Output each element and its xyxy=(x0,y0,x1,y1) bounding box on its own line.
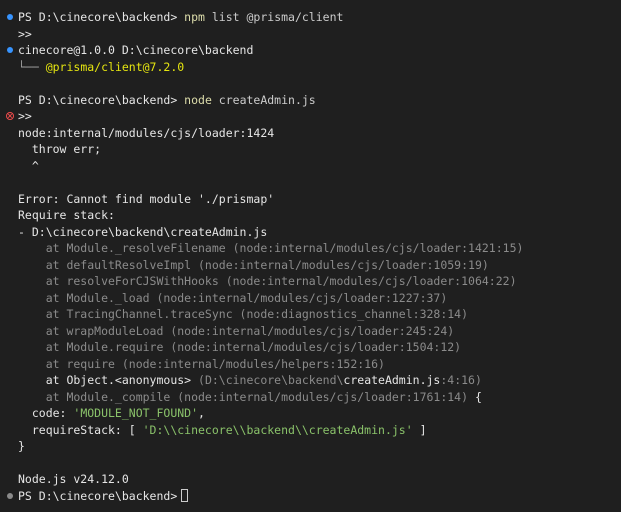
output-line: at resolveForCJSWithHooks (node:internal… xyxy=(0,273,621,290)
output-line: at Module._resolveFilename (node:interna… xyxy=(0,240,621,257)
output-text: ] xyxy=(412,422,427,437)
command-error-icon[interactable] xyxy=(6,112,14,121)
command-args: list @prisma/client xyxy=(204,10,344,24)
output-text: └── xyxy=(18,59,46,74)
command-decoration-icon[interactable] xyxy=(7,492,13,499)
output-line: >> xyxy=(0,108,621,125)
output-line: node:internal/modules/cjs/loader:1424 xyxy=(0,125,621,142)
output-text: - D:\cinecore\backend\createAdmin.js xyxy=(18,224,268,239)
output-text: at defaultResolveImpl (node:internal/mod… xyxy=(18,257,489,272)
text-cursor[interactable] xyxy=(181,488,189,502)
output-line: requireStack: [ 'D:\\cinecore\\backend\\… xyxy=(0,422,621,439)
output-line: Require stack: xyxy=(0,207,621,224)
output-line: >> xyxy=(0,26,621,43)
output-line: at wrapModuleLoad (node:internal/modules… xyxy=(0,323,621,340)
output-line: - D:\cinecore\backend\createAdmin.js xyxy=(0,224,621,241)
output-line: } xyxy=(0,438,621,455)
prompt-text: PS D:\cinecore\backend> xyxy=(18,92,185,107)
output-line: at Module._compile (node:internal/module… xyxy=(0,389,621,406)
output-line: ^ xyxy=(0,158,621,175)
output-text: createAdmin.js xyxy=(343,373,441,387)
output-text: 'D:\\cinecore\\backend\\createAdmin.js' xyxy=(142,422,413,437)
command-args: createAdmin.js xyxy=(211,92,316,107)
output-text: Error: Cannot find module './prismap' xyxy=(18,191,275,206)
terminal-output[interactable]: PS D:\cinecore\backend> npm list @prisma… xyxy=(0,0,621,512)
prompt-text: PS D:\cinecore\backend> xyxy=(18,10,185,24)
output-line: at require (node:internal/modules/helper… xyxy=(0,356,621,373)
output-line: throw err; xyxy=(0,141,621,158)
command-decoration-icon[interactable] xyxy=(7,47,13,54)
output-text: throw err; xyxy=(18,142,102,156)
output-line: at TracingChannel.traceSync (node:diagno… xyxy=(0,306,621,323)
output-line: Error: Cannot find module './prismap' xyxy=(0,191,621,208)
output-text: >> xyxy=(18,109,32,123)
output-text: at Object.<anonymous> xyxy=(18,373,199,387)
command-decoration-icon[interactable] xyxy=(7,14,13,21)
output-line: at Module._load (node:internal/modules/c… xyxy=(0,290,621,307)
output-line: cinecore@1.0.0 D:\cinecore\backend xyxy=(0,42,621,59)
output-text: Require stack: xyxy=(18,208,115,222)
output-text: ^ xyxy=(18,158,39,173)
output-text: at Module._resolveFilename (node:interna… xyxy=(18,241,524,255)
output-text: >> xyxy=(18,26,32,41)
output-text: :4:16) xyxy=(440,373,482,387)
output-text: at resolveForCJSWithHooks (node:internal… xyxy=(18,274,517,288)
output-text: Node.js v24.12.0 xyxy=(18,472,129,486)
output-text: at Module.require (node:internal/modules… xyxy=(18,340,462,354)
output-text: at require (node:internal/modules/helper… xyxy=(18,356,385,371)
output-text: at wrapModuleLoad (node:internal/modules… xyxy=(18,323,455,338)
output-line: code: 'MODULE_NOT_FOUND', xyxy=(0,405,621,422)
output-text: code: xyxy=(18,406,74,420)
prompt-text: PS D:\cinecore\backend> xyxy=(18,488,178,503)
output-text: @prisma/client@7.2.0 xyxy=(45,59,185,74)
prompt-line: PS D:\cinecore\backend> xyxy=(0,488,621,505)
output-text: } xyxy=(18,439,25,453)
output-line: at defaultResolveImpl (node:internal/mod… xyxy=(0,257,621,274)
output-line: at Module.require (node:internal/modules… xyxy=(0,339,621,356)
output-text: at TracingChannel.traceSync (node:diagno… xyxy=(18,307,469,321)
output-line: Node.js v24.12.0 xyxy=(0,471,621,488)
output-line: └── @prisma/client@7.2.0 xyxy=(0,59,621,76)
output-text: { xyxy=(474,389,482,404)
output-text: at Module._compile (node:internal/module… xyxy=(18,389,475,404)
output-text: node:internal/modules/cjs/loader:1424 xyxy=(18,125,275,140)
output-text: 'MODULE_NOT_FOUND' xyxy=(73,406,199,420)
prompt-line: PS D:\cinecore\backend> npm list @prisma… xyxy=(0,9,621,26)
command-name: node xyxy=(184,92,212,107)
output-text: cinecore@1.0.0 D:\cinecore\backend xyxy=(18,43,254,57)
output-text: requireStack: [ xyxy=(18,422,143,437)
output-text: at Module._load (node:internal/modules/c… xyxy=(18,290,448,305)
output-text: , xyxy=(198,406,205,420)
output-text: (D:\cinecore\backend\ xyxy=(198,373,344,387)
prompt-line: PS D:\cinecore\backend> node createAdmin… xyxy=(0,92,621,109)
command-name: npm xyxy=(184,10,205,24)
output-line: at Object.<anonymous> (D:\cinecore\backe… xyxy=(0,372,621,389)
